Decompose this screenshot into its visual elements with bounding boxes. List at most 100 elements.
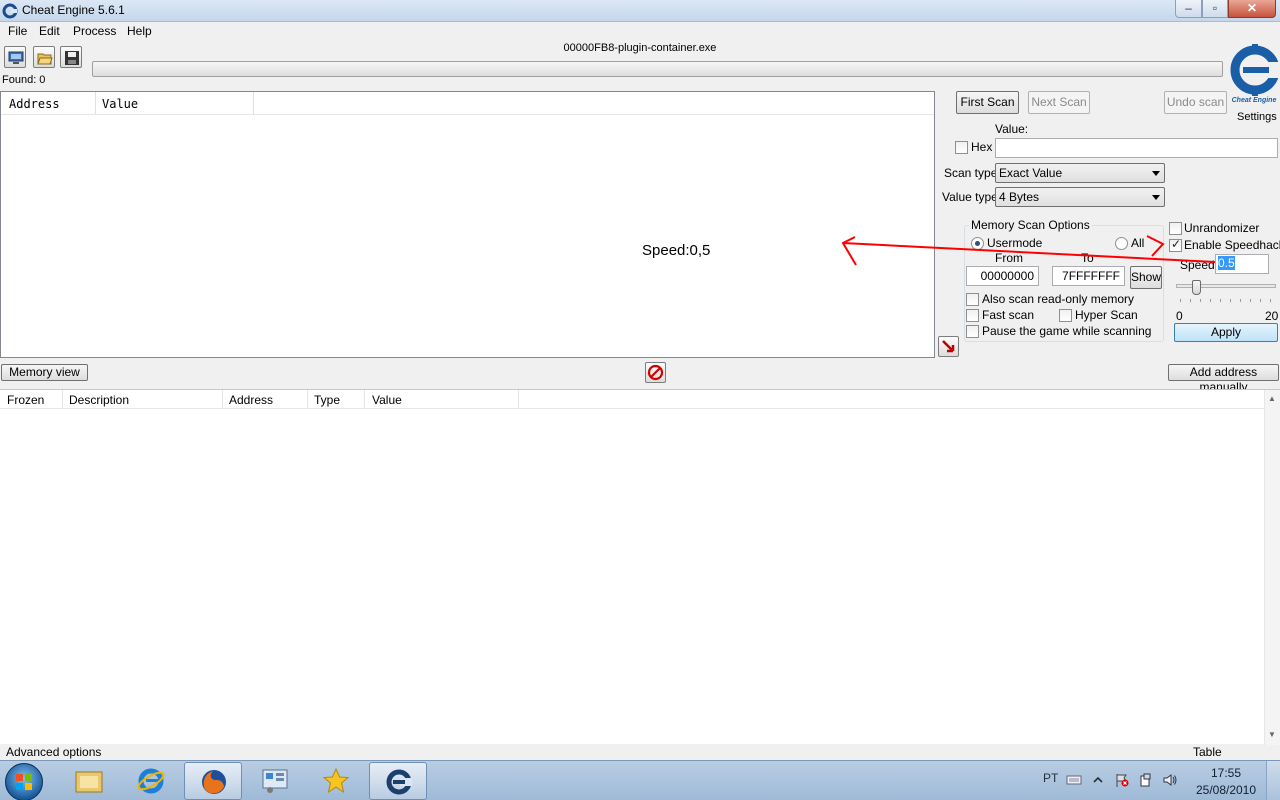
settings-link[interactable]: Settings <box>1237 111 1277 123</box>
fast-scan-checkbox[interactable] <box>966 309 979 322</box>
stop-icon <box>647 364 664 381</box>
column-frozen[interactable]: Frozen <box>7 393 44 407</box>
speed-input[interactable]: 0.5 <box>1215 254 1269 274</box>
hyper-scan-checkbox[interactable] <box>1059 309 1072 322</box>
clock-date[interactable]: 25/08/2010 <box>1190 783 1262 797</box>
column-address[interactable]: Address <box>9 97 60 111</box>
address-table[interactable]: Frozen Description Address Type Value ▲ … <box>0 389 1280 745</box>
unrandomizer-label: Unrandomizer <box>1184 221 1260 235</box>
cheat-engine-logo-icon[interactable]: Cheat Engine <box>1228 42 1280 106</box>
save-icon <box>65 51 79 65</box>
column-value[interactable]: Value <box>372 393 402 407</box>
scan-type-select[interactable]: Exact Value <box>995 163 1165 183</box>
menu-help[interactable]: Help <box>127 24 152 38</box>
save-button[interactable] <box>60 46 82 68</box>
memory-view-button[interactable]: Memory view <box>1 364 88 381</box>
folder-icon <box>75 771 103 793</box>
add-address-button[interactable]: Add address manually <box>1168 364 1279 394</box>
select-process-button[interactable] <box>4 46 26 68</box>
found-results-list[interactable]: Address Value <box>0 91 935 358</box>
process-pointer-button[interactable] <box>938 336 959 357</box>
readonly-memory-checkbox[interactable] <box>966 293 979 306</box>
window-title: Cheat Engine 5.6.1 <box>22 3 125 17</box>
results-header: Address Value <box>1 92 934 115</box>
from-label: From <box>995 251 1023 265</box>
show-desktop-button[interactable] <box>1266 761 1280 800</box>
close-button[interactable]: ✕ <box>1228 0 1276 18</box>
column-divider[interactable] <box>364 390 365 408</box>
enable-speedhack-checkbox[interactable] <box>1169 237 1182 252</box>
slider-tick <box>1220 299 1221 302</box>
volume-icon[interactable] <box>1162 772 1178 788</box>
menu-edit[interactable]: Edit <box>39 24 60 38</box>
power-icon[interactable] <box>1138 772 1154 788</box>
scroll-down-icon[interactable]: ▼ <box>1268 730 1276 739</box>
taskbar-explorer[interactable] <box>60 762 118 800</box>
advanced-options-link[interactable]: Advanced options <box>6 745 101 759</box>
taskbar-cheat-engine[interactable] <box>369 762 427 800</box>
column-divider[interactable] <box>62 390 63 408</box>
firefox-icon <box>202 770 226 794</box>
first-scan-button[interactable]: First Scan <box>956 91 1019 114</box>
scan-value-input[interactable] <box>995 138 1278 158</box>
column-type[interactable]: Type <box>314 393 340 407</box>
column-address[interactable]: Address <box>229 393 273 407</box>
input-language-indicator[interactable]: PT <box>1043 771 1058 785</box>
column-divider[interactable] <box>95 92 96 114</box>
next-scan-button[interactable]: Next Scan <box>1028 91 1090 114</box>
apply-button[interactable]: Apply <box>1174 323 1278 342</box>
scan-type-value: Exact Value <box>999 166 1063 180</box>
all-label: All <box>1131 236 1145 250</box>
undo-scan-button[interactable]: Undo scan <box>1164 91 1227 114</box>
show-hidden-icons-arrow-icon[interactable] <box>1090 772 1106 788</box>
menu-process[interactable]: Process <box>73 24 116 38</box>
taskbar-firefox[interactable] <box>184 762 242 800</box>
pause-game-checkbox[interactable] <box>966 325 979 338</box>
vertical-scrollbar[interactable]: ▲ ▼ <box>1264 390 1280 745</box>
speed-slider-track[interactable] <box>1176 284 1276 288</box>
scan-progress-bar <box>92 61 1223 77</box>
value-type-select[interactable]: 4 Bytes <box>995 187 1165 207</box>
column-divider[interactable] <box>253 92 254 114</box>
scan-type-label: Scan type <box>944 166 998 180</box>
slider-max-label: 20 <box>1265 309 1279 323</box>
to-address-input[interactable]: 7FFFFFFF <box>1052 266 1125 286</box>
column-divider[interactable] <box>518 390 519 408</box>
slider-tick <box>1210 299 1211 302</box>
value-label: Value: <box>995 122 1029 136</box>
open-file-button[interactable] <box>33 46 55 68</box>
menu-file[interactable]: File <box>8 24 27 38</box>
maximize-button[interactable]: ▫ <box>1202 0 1228 18</box>
slider-tick <box>1200 299 1201 302</box>
cheat-engine-app-icon[interactable] <box>2 3 18 19</box>
show-button[interactable]: Show <box>1130 266 1162 289</box>
star-icon <box>322 767 350 794</box>
clear-list-button[interactable] <box>645 362 666 383</box>
taskbar-favorites[interactable] <box>307 762 365 800</box>
start-button[interactable] <box>5 763 43 800</box>
from-address-input[interactable]: 00000000 <box>966 266 1039 286</box>
minimize-button[interactable]: – <box>1175 0 1202 18</box>
keyboard-icon[interactable] <box>1066 772 1082 788</box>
unrandomizer-checkbox[interactable] <box>1169 222 1182 235</box>
svg-text:Cheat Engine: Cheat Engine <box>1232 97 1277 104</box>
taskbar-internet-explorer[interactable] <box>122 762 180 800</box>
title-bar: Cheat Engine 5.6.1 – ▫ ✕ <box>0 0 1280 22</box>
column-divider[interactable] <box>307 390 308 408</box>
hex-checkbox[interactable] <box>955 141 968 154</box>
action-center-flag-icon[interactable] <box>1114 772 1130 788</box>
minimize-icon: – <box>1185 1 1192 15</box>
scroll-up-icon[interactable]: ▲ <box>1268 394 1276 403</box>
taskbar: PT 17:55 25/08/2010 <box>0 760 1280 800</box>
control-panel-icon <box>262 769 288 793</box>
speed-slider-thumb[interactable] <box>1192 280 1201 295</box>
column-divider[interactable] <box>222 390 223 408</box>
column-description[interactable]: Description <box>69 393 129 407</box>
taskbar-control-panel[interactable] <box>246 762 304 800</box>
all-radio[interactable] <box>1115 237 1128 250</box>
clock-time[interactable]: 17:55 <box>1196 766 1256 780</box>
slider-tick <box>1180 299 1181 302</box>
pause-game-label: Pause the game while scanning <box>982 324 1152 338</box>
usermode-radio[interactable] <box>971 237 984 250</box>
column-value[interactable]: Value <box>102 97 138 111</box>
